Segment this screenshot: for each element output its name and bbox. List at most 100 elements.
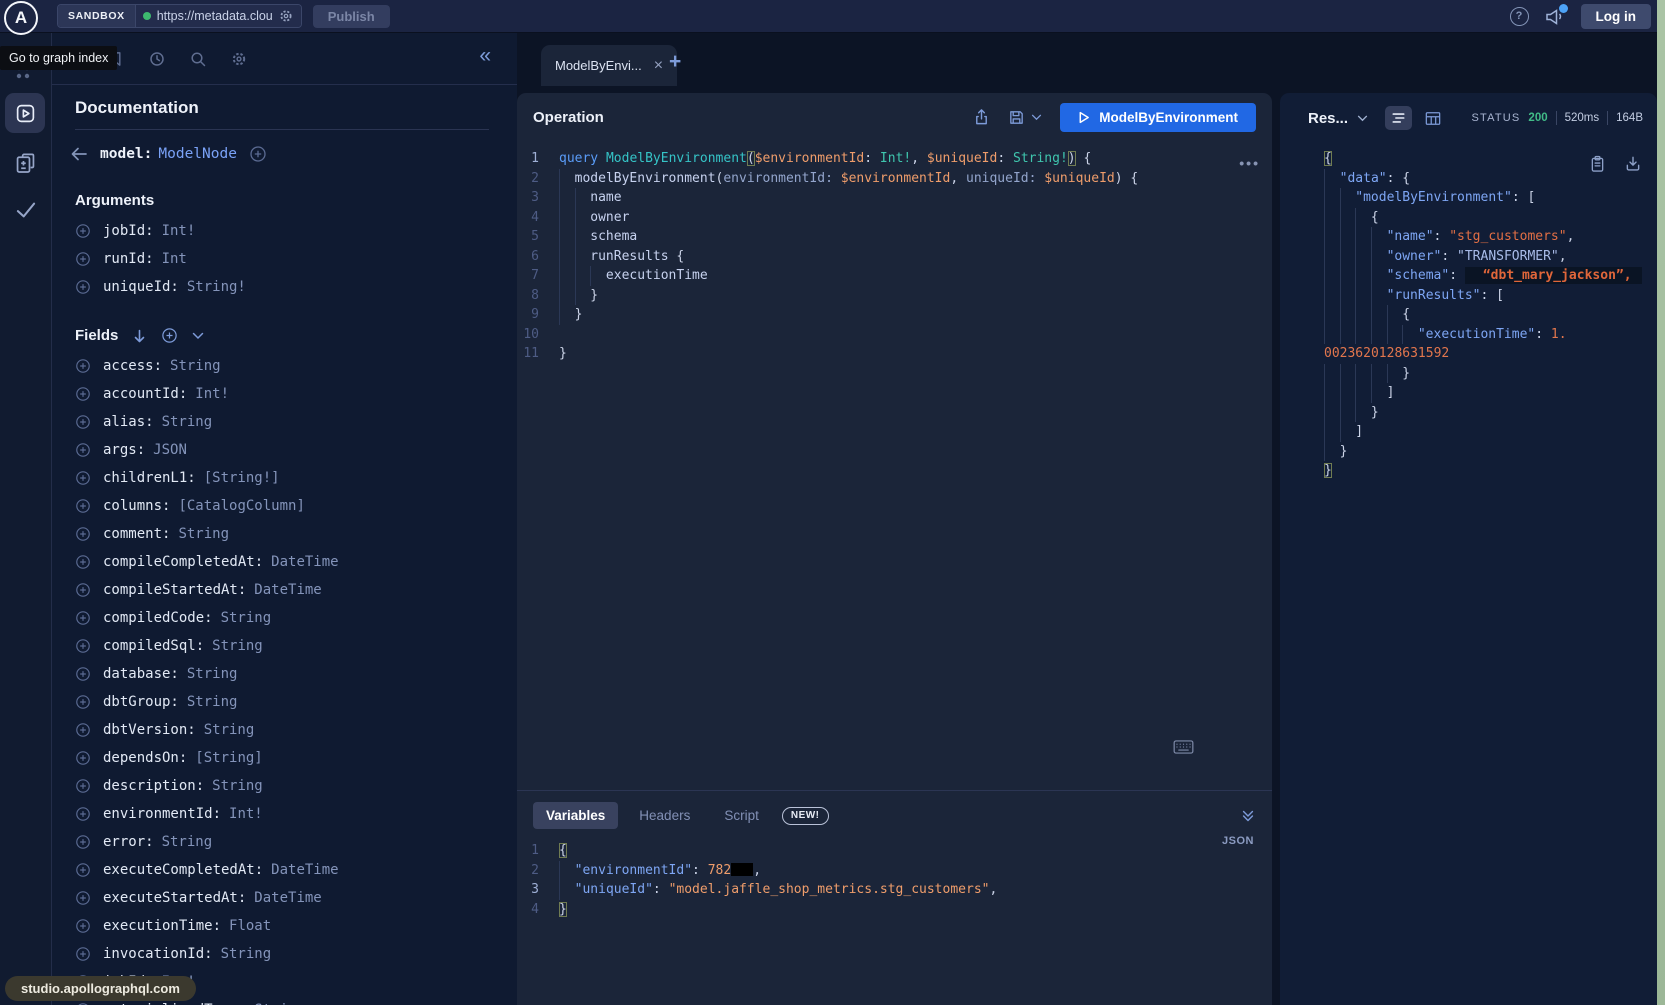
download-response-icon[interactable]	[1625, 155, 1641, 173]
list-item[interactable]: uniqueId:String!	[65, 273, 489, 301]
list-item[interactable]: access:String	[65, 352, 489, 380]
list-item[interactable]: executionTime:Float	[65, 912, 489, 940]
add-to-query-icon[interactable]	[75, 694, 91, 710]
tab-model-by-environment[interactable]: ModelByEnvi... ×	[541, 45, 677, 86]
help-icon[interactable]: ?	[1510, 7, 1529, 26]
add-tab-icon[interactable]: +	[669, 50, 681, 74]
tab-script[interactable]: Script	[711, 802, 772, 829]
field-type-link[interactable]: String	[212, 778, 263, 794]
response-tree-view-icon[interactable]	[1385, 106, 1412, 130]
field-type-link[interactable]: DateTime	[254, 582, 321, 598]
list-item[interactable]: compileStartedAt:DateTime	[65, 576, 489, 604]
add-to-query-icon[interactable]	[75, 806, 91, 822]
field-type-link[interactable]: [String!]	[204, 470, 280, 486]
login-button[interactable]: Log in	[1581, 4, 1652, 29]
list-item[interactable]: childrenL1:[String!]	[65, 464, 489, 492]
add-to-query-icon[interactable]	[75, 414, 91, 430]
add-to-query-icon[interactable]	[75, 251, 91, 267]
list-item[interactable]: environmentId:Int!	[65, 800, 489, 828]
add-to-query-icon[interactable]	[75, 750, 91, 766]
field-type-link[interactable]: DateTime	[271, 862, 338, 878]
list-item[interactable]: compiledSql:String	[65, 632, 489, 660]
list-item[interactable]: alias:String	[65, 408, 489, 436]
list-item[interactable]: dbtVersion:String	[65, 716, 489, 744]
field-type-link[interactable]: String	[162, 414, 213, 430]
field-type-link[interactable]: String	[221, 610, 272, 626]
field-type-link[interactable]: String!	[187, 279, 246, 295]
add-to-query-icon[interactable]	[75, 470, 91, 486]
save-chevron-down-icon[interactable]	[1031, 114, 1042, 121]
collapse-panel-icon[interactable]: «	[479, 44, 491, 68]
endpoint-url-text[interactable]: https://metadata.cloud.get	[157, 9, 272, 23]
sidebar-item-explorer[interactable]	[5, 93, 45, 133]
list-item[interactable]: dbtGroup:String	[65, 688, 489, 716]
add-to-query-icon[interactable]	[75, 778, 91, 794]
variables-editor[interactable]: 1{2"environmentId": 782,3"uniqueId": "mo…	[517, 841, 1272, 919]
add-to-query-icon[interactable]	[249, 145, 267, 163]
response-table-view-icon[interactable]	[1421, 107, 1445, 130]
field-type-link[interactable]: [String]	[195, 750, 262, 766]
field-type-link[interactable]: String	[178, 526, 229, 542]
operation-editor[interactable]: 1query ModelByEnvironment($environmentId…	[517, 149, 1272, 790]
add-to-query-icon[interactable]	[75, 946, 91, 962]
field-type-link[interactable]: String	[204, 722, 255, 738]
add-to-query-icon[interactable]	[75, 358, 91, 374]
add-to-query-icon[interactable]	[75, 610, 91, 626]
share-operation-icon[interactable]	[973, 108, 990, 126]
copy-response-icon[interactable]	[1590, 155, 1605, 173]
endpoint-url-input[interactable]: https://metadata.cloud.get	[136, 5, 301, 27]
history-icon[interactable]	[148, 50, 166, 68]
collapse-variables-icon[interactable]	[1240, 808, 1256, 824]
back-arrow-icon[interactable]	[69, 146, 88, 162]
doc-field-type-link[interactable]: ModelNode	[158, 146, 237, 162]
list-item[interactable]: columns:[CatalogColumn]	[65, 492, 489, 520]
list-item[interactable]: accountId:Int!	[65, 380, 489, 408]
announcements-megaphone-icon[interactable]	[1545, 8, 1565, 25]
field-type-link[interactable]: String	[221, 946, 272, 962]
list-item[interactable]: executeStartedAt:DateTime	[65, 884, 489, 912]
add-to-query-icon[interactable]	[75, 582, 91, 598]
publish-button[interactable]: Publish	[313, 5, 390, 28]
list-item[interactable]: database:String	[65, 660, 489, 688]
list-item[interactable]: runId:Int	[65, 245, 489, 273]
field-type-link[interactable]: String	[170, 358, 221, 374]
close-tab-icon[interactable]: ×	[654, 58, 663, 74]
add-to-query-icon[interactable]	[75, 386, 91, 402]
field-type-link[interactable]: Int!	[229, 806, 263, 822]
search-icon[interactable]	[189, 50, 207, 68]
response-title[interactable]: Res...	[1308, 110, 1348, 127]
add-to-query-icon[interactable]	[75, 442, 91, 458]
list-item[interactable]: dependsOn:[String]	[65, 744, 489, 772]
field-type-link[interactable]: String	[162, 834, 213, 850]
field-type-link[interactable]: String	[187, 666, 238, 682]
field-type-link[interactable]: Int	[162, 251, 187, 267]
list-item[interactable]: error:String	[65, 828, 489, 856]
list-item[interactable]: jobId:Int!	[65, 217, 489, 245]
response-dropdown-chevron-icon[interactable]	[1357, 115, 1368, 122]
list-item[interactable]: invocationId:String	[65, 940, 489, 968]
save-operation-control[interactable]	[1008, 109, 1042, 126]
add-to-query-icon[interactable]	[75, 526, 91, 542]
field-type-link[interactable]: Int!	[195, 386, 229, 402]
tab-headers[interactable]: Headers	[626, 802, 703, 829]
field-type-link[interactable]: DateTime	[271, 554, 338, 570]
response-viewer[interactable]: {"data": {"modelByEnvironment": [{"name"…	[1280, 149, 1657, 1005]
add-to-query-icon[interactable]	[75, 666, 91, 682]
field-type-link[interactable]: DateTime	[254, 890, 321, 906]
field-type-link[interactable]: String	[212, 638, 263, 654]
add-to-query-icon[interactable]	[75, 279, 91, 295]
list-item[interactable]: args:JSON	[65, 436, 489, 464]
add-to-query-icon[interactable]	[75, 834, 91, 850]
list-item[interactable]: compiledCode:String	[65, 604, 489, 632]
apollo-logo[interactable]: A	[4, 1, 38, 35]
editor-more-menu-icon[interactable]: •••	[1239, 155, 1260, 171]
list-item[interactable]: comment:String	[65, 520, 489, 548]
sort-fields-icon[interactable]	[132, 328, 147, 344]
field-type-link[interactable]: JSON	[153, 442, 187, 458]
field-type-link[interactable]: Int!	[162, 223, 196, 239]
add-to-query-icon[interactable]	[75, 890, 91, 906]
add-to-query-icon[interactable]	[75, 862, 91, 878]
add-to-query-icon[interactable]	[75, 722, 91, 738]
add-to-query-icon[interactable]	[75, 554, 91, 570]
sidebar-item-schema-changelog[interactable]	[13, 151, 38, 176]
